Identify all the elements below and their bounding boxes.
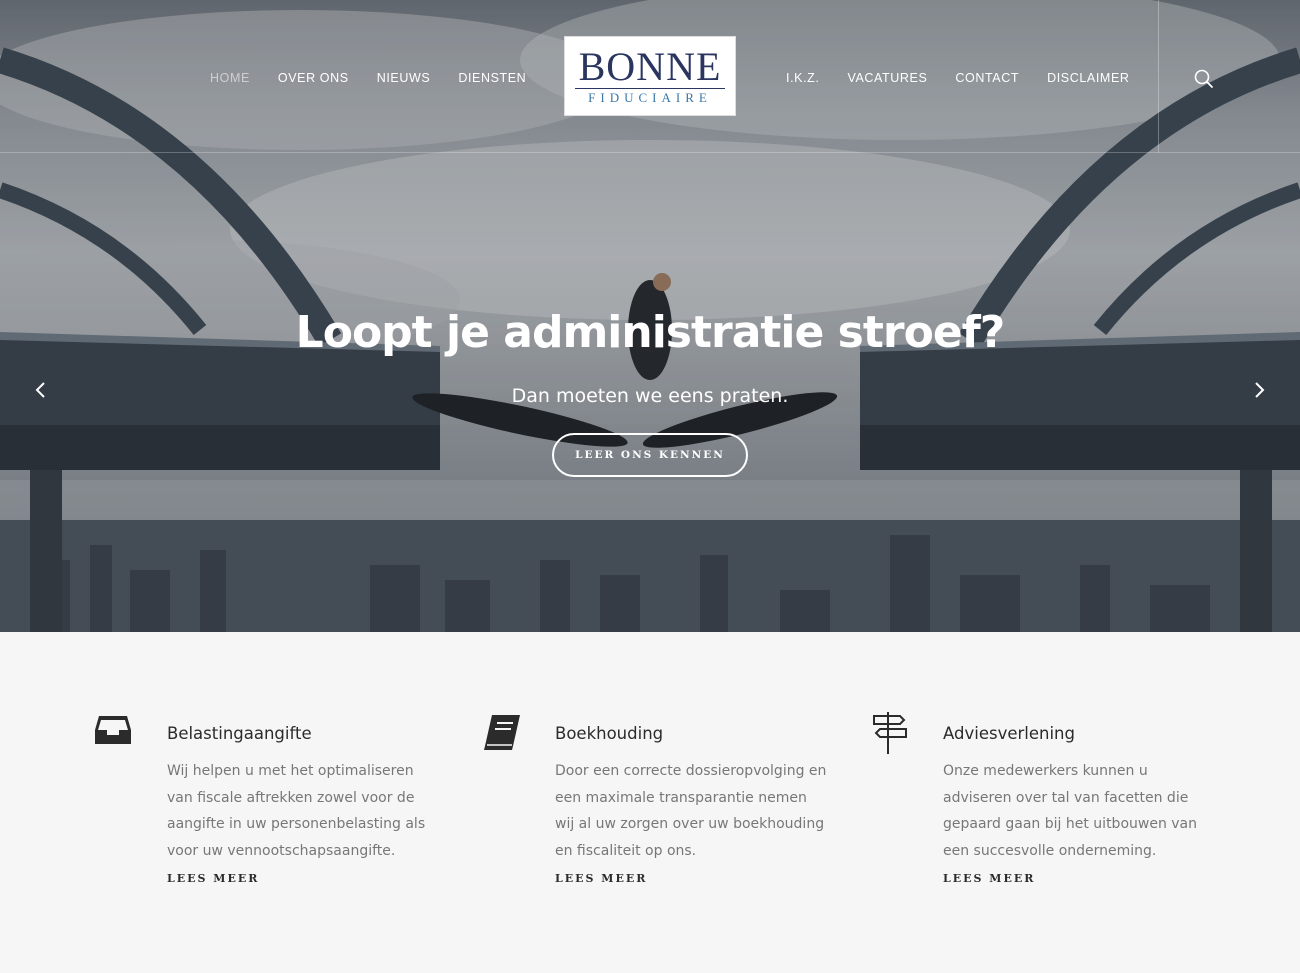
services-section: Belastingaangifte Wij helpen u met het o… (0, 632, 1300, 973)
read-more-link[interactable]: LEES MEER (943, 872, 1035, 885)
nav-item-diensten[interactable]: DIENSTEN (444, 71, 540, 85)
service-title: Adviesverlening (943, 724, 1075, 743)
read-more-link[interactable]: LEES MEER (167, 872, 259, 885)
site-logo[interactable]: BONNE FIDUCIAIRE (564, 36, 736, 116)
logo-rule (575, 87, 725, 89)
hero-title: Loopt je administratie stroef? (295, 307, 1006, 358)
service-description: Onze medewerkers kunnen u adviseren over… (943, 763, 1198, 859)
service-description: Door een correcte dossieropvolging en ee… (555, 763, 827, 859)
nav-item-home[interactable]: HOME (196, 71, 264, 85)
site-header: HOME OVER ONS NIEUWS DIENSTEN BONNE FIDU… (0, 0, 1300, 153)
service-title: Belastingaangifte (167, 724, 312, 743)
learn-more-button[interactable]: LEER ONS KENNEN (552, 433, 748, 477)
nav-left: HOME OVER ONS NIEUWS DIENSTEN (196, 71, 540, 85)
hero-subtitle: Dan moeten we eens praten. (511, 385, 789, 407)
nav-item-vacatures[interactable]: VACATURES (833, 71, 941, 85)
nav-item-nieuws[interactable]: NIEUWS (363, 71, 445, 85)
inbox-icon (94, 712, 134, 756)
book-icon (482, 712, 522, 756)
nav-item-disclaimer[interactable]: DISCLAIMER (1033, 71, 1143, 85)
chevron-left-icon[interactable] (29, 378, 53, 402)
nav-item-contact[interactable]: CONTACT (941, 71, 1033, 85)
nav-item-ikz[interactable]: I.K.Z. (772, 71, 833, 85)
service-title: Boekhouding (555, 724, 664, 743)
chevron-right-icon[interactable] (1247, 378, 1271, 402)
header-divider (1158, 0, 1159, 153)
logo-subtitle: FIDUCIAIRE (588, 89, 712, 105)
logo-wordmark: BONNE (578, 43, 722, 89)
service-description: Wij helpen u met het optimaliseren van f… (167, 763, 426, 859)
page: HOME OVER ONS NIEUWS DIENSTEN BONNE FIDU… (0, 0, 1300, 973)
hero-slider: HOME OVER ONS NIEUWS DIENSTEN BONNE FIDU… (0, 0, 1300, 632)
nav-item-over-ons[interactable]: OVER ONS (264, 71, 363, 85)
read-more-link[interactable]: LEES MEER (555, 872, 647, 885)
signpost-icon (870, 712, 910, 756)
search-icon[interactable] (1193, 68, 1215, 90)
nav-right: I.K.Z. VACATURES CONTACT DISCLAIMER (772, 71, 1144, 85)
